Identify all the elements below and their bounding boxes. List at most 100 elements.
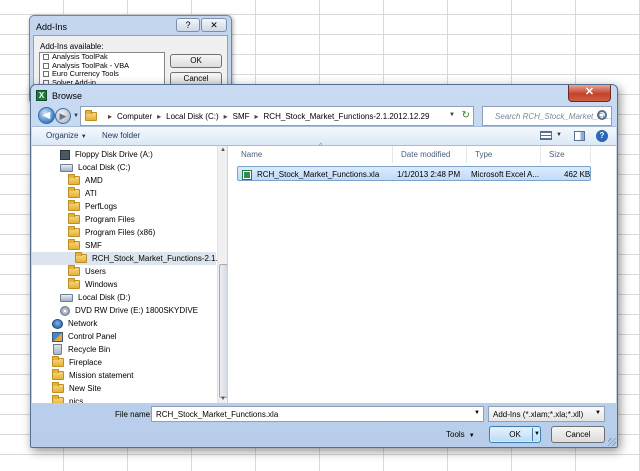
browse-dialog: X Browse ✕ ◀ ▶ ▼ ▸ Computer ▸ Local Disk… xyxy=(30,84,618,448)
file-type: Microsoft Excel A... xyxy=(471,170,540,179)
addins-ok-button[interactable]: OK xyxy=(170,54,222,68)
chevron-right-icon[interactable]: ▸ xyxy=(157,112,161,121)
chevron-right-icon[interactable]: ▸ xyxy=(224,112,228,121)
help-icon[interactable]: ? xyxy=(596,130,608,142)
resize-grip[interactable] xyxy=(608,438,616,446)
search-input[interactable]: Search RCH_Stock_Market_Fu... xyxy=(482,106,612,126)
addins-list-label: Add-Ins available: xyxy=(40,42,104,51)
tree-item-users[interactable]: Users xyxy=(68,265,106,278)
address-bar[interactable]: ▸ Computer ▸ Local Disk (C:) ▸ SMF ▸ RCH… xyxy=(80,106,474,126)
tools-button[interactable]: Tools ▼ xyxy=(446,430,475,439)
view-icon[interactable] xyxy=(540,131,552,140)
tree-item-label: Windows xyxy=(85,280,118,289)
close-button[interactable]: ✕ xyxy=(568,85,611,102)
tree-item-fireplace[interactable]: Fireplace xyxy=(52,356,102,369)
tree-item-label: AMD xyxy=(85,176,103,185)
tree-scrollbar[interactable]: ▲ ▼ xyxy=(217,146,227,403)
tree-item-label: pics xyxy=(69,397,84,403)
tree-item-dvd[interactable]: DVD RW Drive (E:) 1800SKYDIVE xyxy=(60,304,198,317)
tools-label: Tools xyxy=(446,430,465,439)
organize-label: Organize xyxy=(46,131,79,140)
tree-item-label: Floppy Disk Drive (A:) xyxy=(75,150,153,159)
tree-item-floppy[interactable]: Floppy Disk Drive (A:) xyxy=(60,148,153,161)
file-row[interactable]: RCH_Stock_Market_Functions.xla 1/1/2013 … xyxy=(237,166,591,181)
breadcrumb-local-disk[interactable]: Local Disk (C:) xyxy=(166,112,218,121)
chevron-down-icon[interactable]: ▼ xyxy=(449,112,455,118)
forward-button[interactable]: ▶ xyxy=(55,108,71,124)
toolbar: Organize ▼ New folder ▼ ? xyxy=(32,126,616,146)
tree-item-ati[interactable]: ATI xyxy=(68,187,97,200)
tree-item-local-disk-d[interactable]: Local Disk (D:) xyxy=(60,291,130,304)
tree-item-pics[interactable]: pics xyxy=(52,395,83,403)
column-header-date[interactable]: Date modified xyxy=(393,146,467,163)
file-type-select[interactable]: Add-Ins (*.xlam;*.xla;*.xll) ▼ xyxy=(488,406,605,422)
control-panel-icon xyxy=(52,331,63,342)
column-header-size[interactable]: Size xyxy=(541,146,591,163)
cancel-button[interactable]: Cancel xyxy=(551,426,605,443)
tree-item-amd[interactable]: AMD xyxy=(68,174,103,187)
network-icon xyxy=(52,318,63,329)
refresh-icon[interactable]: ↻ xyxy=(462,110,470,121)
scroll-down-icon[interactable]: ▼ xyxy=(220,396,226,402)
tree-item-rch-folder[interactable]: RCH_Stock_Market_Functions-2.1.2012.1 xyxy=(32,252,227,265)
navigation-tree[interactable]: Floppy Disk Drive (A:) Local Disk (C:) A… xyxy=(32,146,228,403)
breadcrumb-rch-folder[interactable]: RCH_Stock_Market_Functions-2.1.2012.12.2… xyxy=(264,112,430,121)
column-header-name[interactable]: Name ^ xyxy=(233,143,393,163)
recent-pages-dropdown[interactable]: ▼ xyxy=(73,113,79,119)
split-divider xyxy=(532,428,533,441)
file-name-field[interactable]: RCH_Stock_Market_Functions.xla ▼ xyxy=(151,406,484,422)
tree-item-perflogs[interactable]: PerfLogs xyxy=(68,200,117,213)
tree-item-new-site[interactable]: New Site xyxy=(52,382,101,395)
chevron-down-icon[interactable]: ▼ xyxy=(595,410,601,416)
preview-pane-icon[interactable] xyxy=(574,131,585,141)
folder-icon xyxy=(68,226,80,237)
tree-item-windows[interactable]: Windows xyxy=(68,278,117,291)
folder-icon xyxy=(52,382,64,393)
tree-item-label: Users xyxy=(85,267,106,276)
breadcrumb-computer[interactable]: Computer xyxy=(117,112,152,121)
tree-item-label: DVD RW Drive (E:) 1800SKYDIVE xyxy=(75,306,198,315)
folder-icon xyxy=(75,252,87,263)
chevron-down-icon: ▼ xyxy=(80,134,87,140)
chevron-down-icon[interactable]: ▼ xyxy=(556,132,562,138)
ok-dropdown-icon[interactable]: ▼ xyxy=(534,431,540,437)
tree-item-control-panel[interactable]: Control Panel xyxy=(52,330,116,343)
tree-item-smf[interactable]: SMF xyxy=(68,239,102,252)
tree-item-program-files-x86[interactable]: Program Files (x86) xyxy=(68,226,155,239)
tree-item-label: Mission statement xyxy=(69,371,134,380)
tree-item-label: Fireplace xyxy=(69,358,102,367)
back-button[interactable]: ◀ xyxy=(38,107,55,124)
chevron-right-icon[interactable]: ▸ xyxy=(255,112,259,121)
chevron-right-icon[interactable]: ▸ xyxy=(108,112,112,121)
checkbox[interactable] xyxy=(43,62,49,69)
scroll-up-icon[interactable]: ▲ xyxy=(220,147,226,153)
tree-item-label: Network xyxy=(68,319,98,328)
file-type-value: Add-Ins (*.xlam;*.xla;*.xll) xyxy=(493,410,584,419)
tree-item-local-disk-c[interactable]: Local Disk (C:) xyxy=(60,161,130,174)
tree-item-label: Local Disk (C:) xyxy=(78,163,131,172)
folder-icon xyxy=(68,213,80,224)
search-icon[interactable] xyxy=(597,110,607,120)
file-name-label: File name: xyxy=(115,410,153,419)
checkbox[interactable] xyxy=(43,71,49,78)
folder-icon xyxy=(68,265,80,276)
recycle-bin-icon xyxy=(53,344,62,355)
tree-item-label: Local Disk (D:) xyxy=(78,293,131,302)
tree-item-mission-statement[interactable]: Mission statement xyxy=(52,369,133,382)
tree-item-program-files[interactable]: Program Files xyxy=(68,213,135,226)
checkbox[interactable] xyxy=(43,54,49,61)
addins-help-button[interactable]: ? xyxy=(176,18,200,32)
addins-close-button[interactable]: ✕ xyxy=(201,18,227,32)
new-folder-button[interactable]: New folder xyxy=(102,131,140,140)
scrollbar-thumb[interactable] xyxy=(219,264,227,398)
tree-item-network[interactable]: Network xyxy=(52,317,97,330)
column-header-type[interactable]: Type xyxy=(467,146,541,163)
tree-item-recycle-bin[interactable]: Recycle Bin xyxy=(53,343,110,356)
file-list[interactable]: Name ^ Date modified Type Size RCH_Stock_… xyxy=(229,143,616,403)
organize-button[interactable]: Organize ▼ xyxy=(46,131,87,140)
tree-item-label: Program Files xyxy=(85,215,135,224)
chevron-down-icon: ▼ xyxy=(468,433,475,439)
breadcrumb-smf[interactable]: SMF xyxy=(233,112,250,121)
chevron-down-icon[interactable]: ▼ xyxy=(474,410,480,416)
file-date: 1/1/2013 2:48 PM xyxy=(397,170,461,179)
